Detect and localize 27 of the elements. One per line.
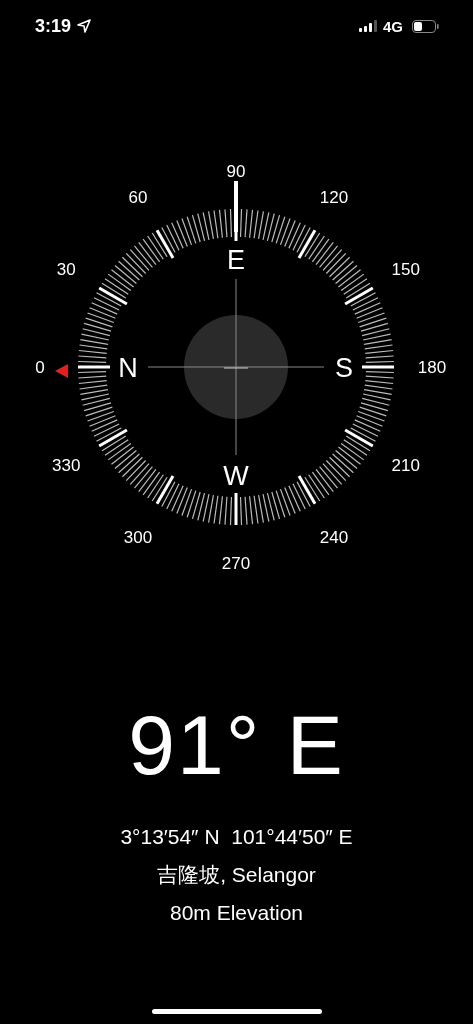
cardinal-letter: N bbox=[118, 353, 138, 383]
cardinal-letter: E bbox=[227, 245, 245, 275]
degree-label: 0 bbox=[35, 358, 45, 377]
degree-label: 270 bbox=[221, 554, 251, 573]
degree-label: 180 bbox=[417, 358, 447, 377]
clock-time: 3:19 bbox=[35, 15, 72, 37]
heading-needle bbox=[234, 181, 238, 232]
degree-label: 210 bbox=[391, 456, 420, 475]
cardinal-letter: S bbox=[335, 353, 353, 383]
degree-label: 330 bbox=[52, 456, 81, 475]
degree-label: 150 bbox=[391, 260, 420, 279]
degree-label: 120 bbox=[319, 188, 349, 208]
degree-label: 30 bbox=[56, 260, 76, 279]
degree-label: 240 bbox=[319, 527, 349, 547]
elevation: 80m Elevation bbox=[169, 900, 304, 926]
cardinal-letter: W bbox=[223, 461, 249, 491]
location-name: 吉隆坡, Selangor bbox=[157, 862, 316, 888]
north-pointer-icon bbox=[55, 364, 68, 378]
location-arrow-icon bbox=[77, 19, 92, 33]
degree-label: 300 bbox=[123, 527, 153, 547]
signal-icon bbox=[359, 20, 377, 32]
heading-readout: 91° E bbox=[128, 700, 345, 790]
degree-label: 60 bbox=[128, 188, 148, 208]
battery-icon bbox=[412, 19, 439, 33]
network-type: 4G bbox=[383, 17, 403, 35]
degree-label: 90 bbox=[226, 162, 246, 181]
coordinates: 3°13′54″ N 101°44′50″ E bbox=[120, 824, 353, 850]
